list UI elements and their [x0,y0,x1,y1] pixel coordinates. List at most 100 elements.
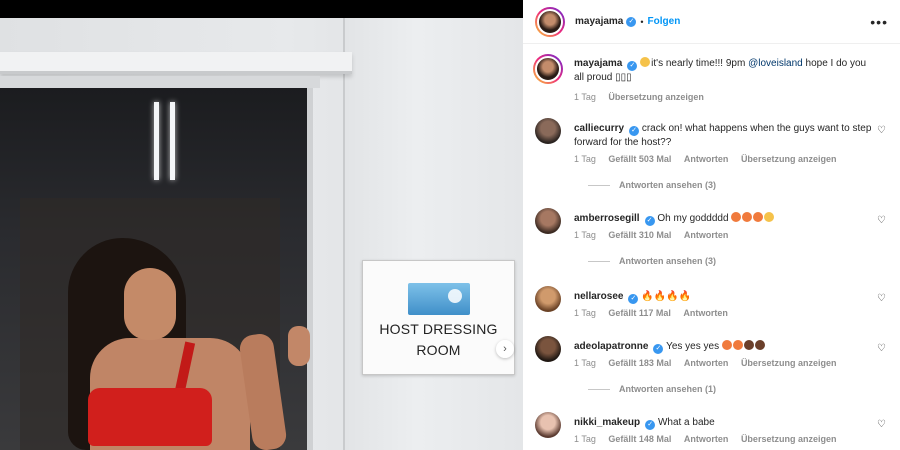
comment-text: calliecurry ✓ crack on! what happens when… [574,122,874,150]
avatar-image [535,56,561,82]
comment-author[interactable]: nikki_makeup [574,417,640,428]
heart-icon[interactable]: ♡ [877,420,887,430]
verified-badge-icon: ✓ [626,16,637,27]
caption-meta: 1 Tag Übersetzung anzeigen [574,92,714,102]
reply-button[interactable]: Antworten [684,154,729,164]
view-replies-label: Antworten ansehen (3) [619,256,717,266]
post-sidebar: mayajama ✓ • Folgen ••• mayajama ✓ it's n… [523,0,900,450]
heart-icon[interactable]: ♡ [877,294,887,304]
verified-badge-icon: ✓ [629,126,640,136]
caption-text: mayajama ✓ it's nearly time!!! 9pm @lovei… [574,57,874,85]
verified-badge-icon: ✓ [653,344,664,354]
door-lintel [0,52,352,74]
avatar[interactable] [535,6,565,37]
red-crochet-top [88,388,212,446]
heart-icon[interactable]: ♡ [877,216,887,226]
caption-author[interactable]: mayajama [574,58,622,69]
verified-badge-icon: ✓ [628,294,639,304]
replies-line [588,184,610,186]
view-replies-button[interactable]: Antworten ansehen (1) [588,384,716,394]
timestamp[interactable]: 1 Tag [574,434,596,444]
follow-button[interactable]: Folgen [648,16,681,27]
reply-button[interactable]: Antworten [684,230,729,240]
fire-emoji-icon: 🔥🔥🔥🔥 [641,291,692,302]
like-count[interactable]: Gefällt 310 Mal [608,230,671,240]
view-replies-button[interactable]: Antworten ansehen (3) [588,256,716,266]
comment-meta: 1 Tag Gefällt 183 Mal Antworten Übersetz… [574,358,846,368]
like-count[interactable]: Gefällt 117 Mal [608,308,671,318]
comment-author[interactable]: calliecurry [574,123,624,134]
door-sign: HOST DRESSING ROOM [362,260,515,375]
timestamp[interactable]: 1 Tag [574,230,596,240]
love-island-logo [408,283,470,315]
timestamp[interactable]: 1 Tag [574,358,596,368]
emoji-icon [754,340,765,350]
heart-icon[interactable]: ♡ [877,126,887,136]
next-arrow-icon[interactable]: › [496,340,514,358]
emoji-boxes: ▯▯▯ [615,72,632,83]
timestamp[interactable]: 1 Tag [574,92,596,102]
emoji-icon [640,57,651,67]
comment-body: Yes yes yes [666,341,720,352]
comment-author[interactable]: adeolapatronne [574,341,648,352]
timestamp[interactable]: 1 Tag [574,154,596,164]
comment-meta: 1 Tag Gefällt 117 Mal Antworten [574,308,738,318]
emoji-icon [742,212,753,222]
person-face [124,268,176,340]
replies-line [588,260,610,262]
avatar[interactable] [535,208,561,234]
comment-author[interactable]: amberrosegill [574,213,640,224]
comment-meta: 1 Tag Gefällt 503 Mal Antworten Übersetz… [574,154,846,164]
verified-badge-icon: ✓ [627,61,638,71]
view-replies-label: Antworten ansehen (1) [619,384,717,394]
door-frame [0,76,320,88]
reply-button[interactable]: Antworten [684,358,729,368]
emoji-icon [753,212,764,222]
verified-badge-icon: ✓ [645,420,656,430]
person-hand [288,326,310,366]
translate-button[interactable]: Übersetzung anzeigen [741,358,837,368]
avatar-image [537,8,563,35]
post-header: mayajama ✓ • Folgen ••• [523,0,900,44]
comment-text: amberrosegill ✓ Oh my goddddd [574,212,874,226]
timestamp[interactable]: 1 Tag [574,308,596,318]
view-replies-button[interactable]: Antworten ansehen (3) [588,180,716,190]
post-author[interactable]: mayajama [575,16,623,27]
avatar[interactable] [535,286,561,312]
comment-meta: 1 Tag Gefällt 310 Mal Antworten [574,230,738,240]
reply-button[interactable]: Antworten [684,434,729,444]
sign-text: HOST DRESSING ROOM [363,319,514,361]
wall [343,18,523,450]
more-dots-icon[interactable]: ••• [870,14,888,30]
heart-icon[interactable]: ♡ [877,344,887,354]
avatar[interactable] [535,412,561,438]
comment-text: nikki_makeup ✓ What a babe [574,416,874,430]
emoji-icon [731,212,742,222]
replies-line [588,388,610,390]
translate-button[interactable]: Übersetzung anzeigen [608,92,704,102]
reply-button[interactable]: Antworten [683,308,728,318]
emoji-icon [743,340,754,350]
avatar[interactable] [535,118,561,144]
post-media[interactable]: HOST DRESSING ROOM › [0,0,523,450]
sign-line-2: ROOM [416,342,461,358]
post-photo: HOST DRESSING ROOM [0,18,523,450]
translate-button[interactable]: Übersetzung anzeigen [741,434,837,444]
comment-body: Oh my goddddd [657,213,729,224]
like-count[interactable]: Gefällt 148 Mal [608,434,671,444]
translate-button[interactable]: Übersetzung anzeigen [741,154,837,164]
emoji-icon [764,212,775,222]
comment-meta: 1 Tag Gefällt 148 Mal Antworten Übersetz… [574,434,846,444]
comment-body: What a babe [657,417,715,428]
comment-list[interactable]: mayajama ✓ it's nearly time!!! 9pm @lovei… [523,44,900,450]
ceiling-light [154,102,159,180]
comment-text: adeolapatronne ✓ Yes yes yes [574,340,874,354]
caption-body: it's nearly time!!! 9pm [651,58,746,69]
instagram-post-view: HOST DRESSING ROOM › mayajama ✓ • Folgen… [0,0,900,450]
comment-author[interactable]: nellarosee [574,291,623,302]
mention-link[interactable]: @loveisland [748,58,803,69]
avatar[interactable] [535,336,561,362]
avatar[interactable] [533,54,563,84]
like-count[interactable]: Gefällt 183 Mal [608,358,671,368]
like-count[interactable]: Gefällt 503 Mal [608,154,671,164]
